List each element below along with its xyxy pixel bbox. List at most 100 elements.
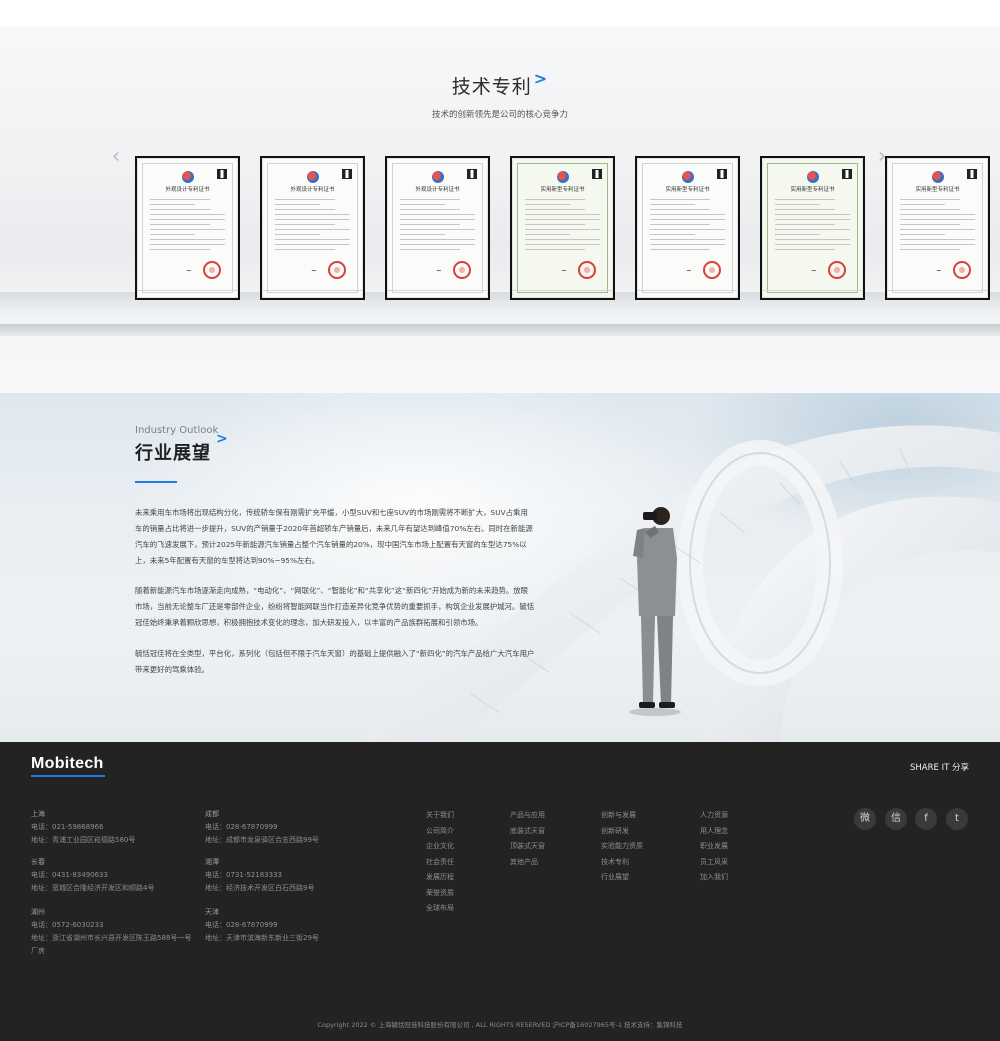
certificate-title: 外观设计专利证书 <box>290 187 335 193</box>
office-phone: 电话：0572-6030233 <box>31 921 104 929</box>
footer-nav-link[interactable]: 职业发展 <box>700 839 728 855</box>
mobitech-logo[interactable]: Mobitech <box>31 755 104 773</box>
certificate-footer-line <box>638 290 737 291</box>
footer-nav-link[interactable]: 加入我们 <box>700 870 728 886</box>
outlook-chevron-icon: > <box>216 431 228 447</box>
certificate-paper: 外观设计专利证书 ~ <box>387 158 488 298</box>
footer-nav-heading[interactable]: 产品与应用 <box>510 808 545 824</box>
certificate-footer-line <box>888 290 987 291</box>
patent-certificate[interactable]: 外观设计专利证书 ~ <box>135 156 240 300</box>
certificate-title: 外观设计专利证书 <box>415 187 460 193</box>
signature-image: ~ <box>561 267 567 275</box>
footer-nav-link[interactable]: 全球布局 <box>426 901 454 917</box>
copyright-text: Copyright 2022 © 上海毓恬冠佳科技股份有限公司 , ALL RI… <box>317 1021 683 1029</box>
official-seal-icon <box>203 261 221 279</box>
patents-section: 技术专利 > 技术的创新领先是公司的核心竞争力 ‹ › 外观设计专利证书 ~ 外观设计… <box>0 26 1000 393</box>
patent-emblem-icon <box>807 171 819 183</box>
patent-emblem-icon <box>307 171 319 183</box>
businessman-image <box>629 507 681 716</box>
office-city: 成都 <box>205 810 219 818</box>
office-chengdu: 成都 电话：028-67870999 地址：成都市龙泉驿区合志西路99号 <box>205 808 370 847</box>
footer-nav-heading[interactable]: 关于我们 <box>426 808 454 824</box>
certificate-paper: 实用新型专利证书 ~ <box>637 158 738 298</box>
patent-emblem-icon <box>182 171 194 183</box>
certificate-text-lines <box>525 199 600 254</box>
patent-emblem-icon <box>932 171 944 183</box>
office-address: 地址：天津市滨海新东新业三街29号 <box>205 934 319 942</box>
patent-certificate[interactable]: 外观设计专利证书 ~ <box>260 156 365 300</box>
patent-emblem-icon <box>432 171 444 183</box>
outlook-title-underline <box>135 481 177 483</box>
footer-nav-link[interactable]: 技术专利 <box>601 855 643 871</box>
office-huzhou: 湖州 电话：0572-6030233 地址：浙江省湖州市长兴县开发区陈王路588… <box>31 906 193 958</box>
footer-nav-link[interactable]: 公司简介 <box>426 824 454 840</box>
certificate-paper: 实用新型专利证书 ~ <box>762 158 863 298</box>
signature-image: ~ <box>936 267 942 275</box>
footer-nav-link[interactable]: 创新研发 <box>601 824 643 840</box>
patent-certificate[interactable]: 实用新型专利证书 ~ <box>760 156 865 300</box>
office-city: 长春 <box>31 858 45 866</box>
signature-image: ~ <box>311 267 317 275</box>
footer-nav-link[interactable]: 行业展望 <box>601 870 643 886</box>
footer-nav-products: 产品与应用 底装式天窗 顶装式天窗 其他产品 <box>510 808 545 870</box>
signature-image: ~ <box>436 267 442 275</box>
official-seal-icon <box>828 261 846 279</box>
weibo-icon[interactable]: 微 <box>854 808 876 830</box>
patent-certificate[interactable]: 实用新型专利证书 ~ <box>635 156 740 300</box>
footer-nav-link[interactable]: 实验能力资质 <box>601 839 643 855</box>
footer-nav-link[interactable]: 顶装式天窗 <box>510 839 545 855</box>
patent-certificate[interactable]: 实用新型专利证书 ~ <box>510 156 615 300</box>
office-phone: 电话：028-67870999 <box>205 823 278 831</box>
footer-nav-link[interactable]: 员工风采 <box>700 855 728 871</box>
patent-certificate[interactable]: 实用新型专利证书 ~ <box>885 156 990 300</box>
footer-nav-link[interactable]: 发展历程 <box>426 870 454 886</box>
footer-nav-link[interactable]: 荣誉资质 <box>426 886 454 902</box>
office-phone: 电话：0731-52183333 <box>205 871 282 879</box>
patent-emblem-icon <box>557 171 569 183</box>
patent-emblem-icon <box>682 171 694 183</box>
twitter-icon[interactable]: t <box>946 808 968 830</box>
footer-nav-link[interactable]: 其他产品 <box>510 855 545 871</box>
footer-nav-link[interactable]: 底装式天窗 <box>510 824 545 840</box>
office-phone: 电话：0431-83490633 <box>31 871 108 879</box>
office-address: 地址：成都市龙泉驿区合志西路99号 <box>205 836 319 844</box>
qr-code-icon <box>467 169 477 179</box>
wechat-icon[interactable]: 信 <box>885 808 907 830</box>
facebook-icon[interactable]: f <box>915 808 937 830</box>
qr-code-icon <box>967 169 977 179</box>
certificate-paper: 实用新型专利证书 ~ <box>887 158 988 298</box>
office-address: 地址：宽城区合隆经济开发区和顺路4号 <box>31 884 155 892</box>
office-address: 地址：青浦工业园区崧德路580号 <box>31 836 136 844</box>
footer-nav-link[interactable]: 用人理念 <box>700 824 728 840</box>
office-shanghai: 上海 电话：021-59868966 地址：青浦工业园区崧德路580号 <box>31 808 196 847</box>
footer-nav-link[interactable]: 企业文化 <box>426 839 454 855</box>
certificate-title: 实用新型专利证书 <box>790 187 835 193</box>
certificate-title: 实用新型专利证书 <box>540 187 585 193</box>
patent-certificate[interactable]: 外观设计专利证书 ~ <box>385 156 490 300</box>
display-shelf-edge <box>0 324 1000 336</box>
office-city: 上海 <box>31 810 45 818</box>
office-phone: 电话：028-67870999 <box>205 921 278 929</box>
certificate-footer-line <box>763 290 862 291</box>
footer-nav-heading[interactable]: 创新与发展 <box>601 808 643 824</box>
certificate-text-lines <box>400 199 475 254</box>
official-seal-icon <box>703 261 721 279</box>
signature-image: ~ <box>811 267 817 275</box>
footer-nav-link[interactable]: 社会责任 <box>426 855 454 871</box>
certificate-footer-line <box>388 290 487 291</box>
official-seal-icon <box>953 261 971 279</box>
patents-subtitle: 技术的创新领先是公司的核心竞争力 <box>431 110 568 120</box>
certificate-title: 外观设计专利证书 <box>165 187 210 193</box>
outlook-paragraph-3: 毓恬冠佳将在全类型，平台化，系列化（包括但不限于汽车天窗）的基础上提供融入了“新… <box>135 649 535 674</box>
signature-image: ~ <box>186 267 192 275</box>
title-chevron-icon: > <box>533 69 549 88</box>
certificate-footer-line <box>263 290 362 291</box>
certificate-paper: 外观设计专利证书 ~ <box>137 158 238 298</box>
carousel-prev-arrow-icon[interactable]: ‹ <box>108 142 124 172</box>
outlook-title-en: Industry Outlook <box>135 425 219 436</box>
share-label[interactable]: SHARE IT 分享 <box>910 761 969 773</box>
certificate-title: 实用新型专利证书 <box>915 187 960 193</box>
outlook-paragraph-1: 未来乘用车市场将出现结构分化，传统轿车保有刚需扩充平缓，小型SUV和七座SUV的… <box>135 508 533 565</box>
certificate-footer-line <box>138 290 237 291</box>
footer-nav-heading[interactable]: 人力资源 <box>700 808 728 824</box>
